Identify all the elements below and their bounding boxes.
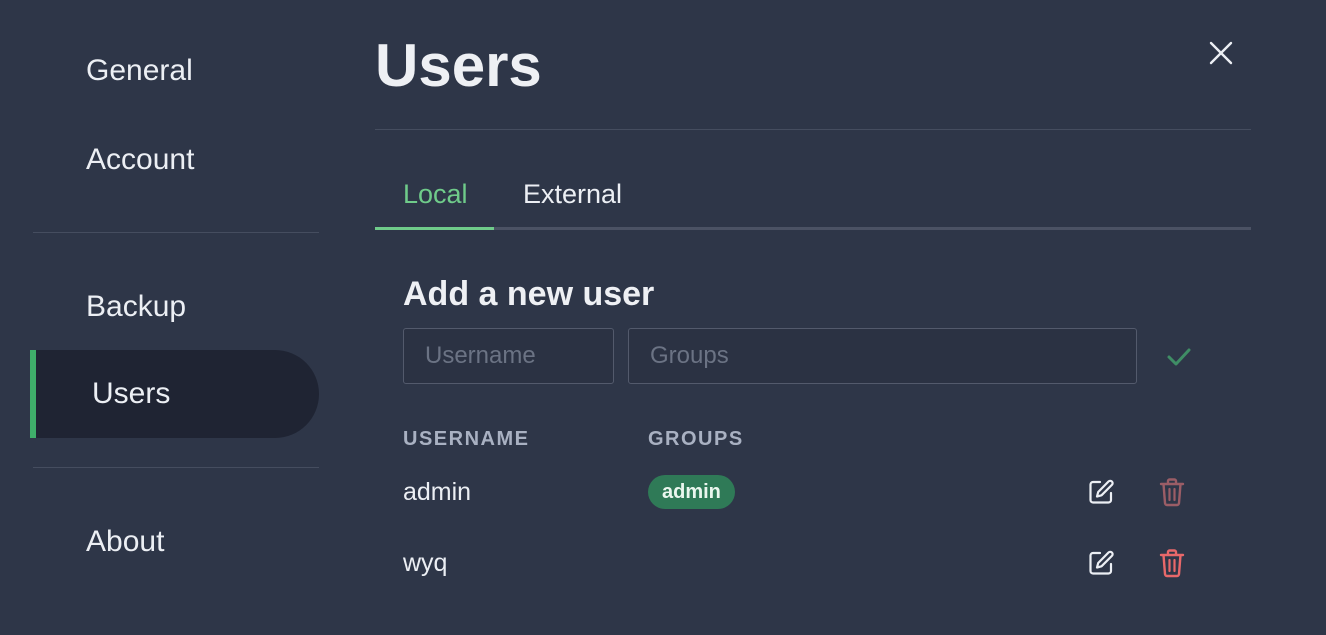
sidebar-item-users[interactable]: Users <box>30 350 319 438</box>
table-row: admin admin <box>375 462 1251 522</box>
sidebar-item-label: General <box>86 54 193 87</box>
close-icon <box>1209 41 1233 65</box>
sidebar-item-backup[interactable]: Backup <box>30 263 319 351</box>
check-icon <box>1167 348 1191 366</box>
tab-bar: Local External <box>375 160 1251 230</box>
sidebar-item-account[interactable]: Account <box>30 116 319 204</box>
add-user-title: Add a new user <box>403 275 655 313</box>
groups-input[interactable] <box>628 328 1137 384</box>
row-username: wyq <box>403 548 448 577</box>
sidebar-item-general[interactable]: General <box>30 27 319 115</box>
delete-user-button[interactable] <box>1158 477 1186 507</box>
sidebar-item-label: About <box>86 525 165 558</box>
sidebar-item-about[interactable]: About <box>30 498 319 586</box>
sidebar-divider <box>33 232 319 233</box>
add-user-confirm-button[interactable] <box>1165 343 1193 371</box>
column-header-username: USERNAME <box>403 428 530 450</box>
group-badge: admin <box>648 475 735 509</box>
edit-icon <box>1089 479 1114 504</box>
edit-icon <box>1089 550 1114 575</box>
trash-icon <box>1159 549 1185 578</box>
row-username: admin <box>403 477 472 506</box>
tab-local[interactable]: Local <box>375 160 494 230</box>
main-panel: Users Local External Add a new user USER… <box>375 0 1251 635</box>
trash-icon <box>1159 478 1185 507</box>
close-button[interactable] <box>1206 38 1236 68</box>
sidebar-item-label: Account <box>86 143 195 176</box>
edit-user-button[interactable] <box>1087 549 1115 577</box>
delete-user-button[interactable] <box>1158 548 1186 578</box>
sidebar: General Account Backup Users About <box>0 0 330 635</box>
sidebar-item-label: Backup <box>86 290 187 323</box>
title-divider <box>375 129 1251 130</box>
tab-label: External <box>523 178 623 209</box>
page-title: Users <box>375 32 542 99</box>
table-row: wyq <box>375 533 1251 593</box>
tab-external[interactable]: External <box>523 160 622 230</box>
tab-label: Local <box>403 178 468 209</box>
username-input[interactable] <box>403 328 614 384</box>
edit-user-button[interactable] <box>1087 478 1115 506</box>
column-header-groups: GROUPS <box>648 428 744 450</box>
sidebar-item-label: Users <box>92 377 171 410</box>
sidebar-divider <box>33 467 319 468</box>
tab-bar-underline <box>375 227 1251 230</box>
